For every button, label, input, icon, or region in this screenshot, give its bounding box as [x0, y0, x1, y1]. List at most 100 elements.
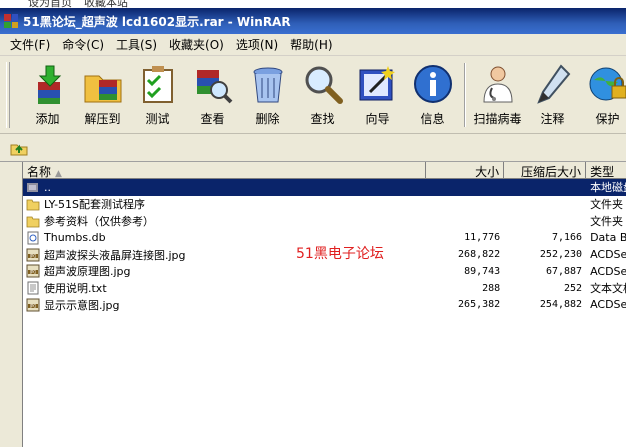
file-name: 显示示意图.jpg: [44, 298, 120, 312]
file-packed-size: 252: [564, 282, 583, 294]
file-row[interactable]: JPG 超声波原理图.jpg 89,743 67,887 ACDSee: [23, 263, 626, 280]
file-packed-size: 252,230: [539, 249, 583, 261]
toolbar-separator: [464, 63, 466, 127]
test-icon: [142, 66, 173, 103]
file-type: Data Base: [590, 231, 626, 245]
column-name[interactable]: 名称 ▲: [23, 162, 427, 178]
browser-top-strip: 设为首页 收藏本站: [0, 0, 626, 8]
column-name-label: 名称: [27, 165, 52, 178]
jpg-file-icon: JPG: [26, 264, 44, 278]
protect-icon: [589, 67, 626, 101]
extract-to-label: 解压到: [84, 112, 121, 126]
file-type: 文件夹: [590, 214, 624, 228]
file-name-cell: JPG 超声波原理图.jpg: [23, 263, 426, 279]
virus-scan-label: 扫描病毒: [473, 112, 522, 126]
wizard-icon: [359, 66, 395, 101]
svg-text:JPG: JPG: [29, 253, 37, 258]
file-row[interactable]: 参考资料（仅供参考） 文件夹: [23, 213, 626, 230]
file-type: ACDSee: [590, 298, 626, 312]
file-packed-size: 67,887: [545, 265, 583, 277]
file-size: 288: [482, 282, 501, 294]
extract-to-button[interactable]: 解压到: [75, 56, 130, 134]
folder-icon: [26, 197, 44, 211]
protect-button[interactable]: 保护: [580, 56, 626, 134]
column-size[interactable]: 大小: [426, 162, 505, 178]
file-name-cell: ..: [23, 180, 426, 194]
file-size: 89,743: [464, 265, 501, 277]
menu-file[interactable]: 文件(F): [4, 36, 56, 53]
column-packed[interactable]: 压缩后大小: [504, 162, 587, 178]
find-icon: [305, 66, 343, 104]
virus-scan-icon: [482, 66, 513, 103]
test-label: 测试: [145, 112, 170, 126]
left-strip: [0, 162, 22, 447]
file-name: 超声波原理图.jpg: [44, 265, 131, 279]
jpg-file-icon: JPG: [26, 248, 44, 262]
delete-button[interactable]: 删除: [240, 56, 295, 134]
set-homepage-link[interactable]: 设为首页: [28, 0, 72, 8]
extract-to-icon: [84, 75, 121, 103]
comment-label: 注释: [540, 112, 565, 126]
virus-scan-button[interactable]: 扫描病毒: [470, 56, 525, 134]
title-bar[interactable]: 51黑论坛_超声波 lcd1602显示.rar - WinRAR: [0, 8, 626, 34]
test-button[interactable]: 测试: [130, 56, 185, 134]
file-row[interactable]: 使用说明.txt 288 252 文本文档: [23, 280, 626, 297]
file-name-cell: LY-51S配套测试程序: [23, 196, 426, 212]
add-button[interactable]: 添加: [20, 56, 75, 134]
sort-ascending-icon: ▲: [55, 169, 62, 178]
winrar-logo-icon: [4, 14, 18, 28]
toolbar: 添加 解压到 测试 查看 删除 查找 向导 信息 扫描病毒 注释 保护: [0, 56, 626, 134]
protect-label: 保护: [595, 112, 620, 126]
txt-file-icon: [26, 281, 44, 295]
file-name-cell: JPG 显示示意图.jpg: [23, 297, 426, 313]
file-name: ..: [44, 180, 51, 194]
file-name: LY-51S配套测试程序: [44, 198, 146, 212]
wizard-button[interactable]: 向导: [350, 56, 405, 134]
menu-favorites[interactable]: 收藏夹(O): [163, 36, 230, 53]
view-label: 查看: [200, 112, 225, 126]
file-name: Thumbs.db: [44, 231, 106, 245]
bookmark-site-link[interactable]: 收藏本站: [84, 0, 128, 8]
file-type: ACDSee: [590, 248, 626, 262]
svg-text:JPG: JPG: [29, 270, 37, 275]
column-type[interactable]: 类型: [586, 162, 626, 178]
comment-button[interactable]: 注释: [525, 56, 580, 134]
file-packed-size: 7,166: [551, 232, 583, 244]
toolbar-grip[interactable]: [6, 62, 10, 128]
info-button[interactable]: 信息: [405, 56, 460, 134]
info-label: 信息: [420, 112, 445, 126]
file-row[interactable]: LY-51S配套测试程序 文件夹: [23, 196, 626, 213]
menu-options[interactable]: 选项(N): [230, 36, 284, 53]
file-size: 268,822: [458, 249, 501, 261]
info-icon: [413, 65, 452, 103]
file-list[interactable]: 名称▲ 大小 压缩后大小 类型 ..本地磁盘LY-51S配套测试程序文件夹参考资…: [22, 162, 626, 447]
file-size: 265,382: [458, 299, 501, 311]
up-folder-button[interactable]: [8, 138, 30, 158]
file-name-cell: 参考资料（仅供参考）: [23, 213, 426, 229]
delete-icon: [253, 67, 282, 103]
menu-tools[interactable]: 工具(S): [110, 36, 163, 53]
file-type: 本地磁盘: [590, 181, 626, 195]
menu-bar: 文件(F) 命令(C) 工具(S) 收藏夹(O) 选项(N) 帮助(H): [0, 34, 626, 56]
wizard-label: 向导: [365, 112, 390, 126]
path-bar: [0, 134, 626, 162]
delete-label: 删除: [255, 112, 280, 126]
parent-folder-icon: [26, 180, 44, 194]
find-button[interactable]: 查找: [295, 56, 350, 134]
file-type: ACDSee: [590, 264, 626, 278]
menu-commands[interactable]: 命令(C): [56, 36, 110, 53]
view-button[interactable]: 查看: [185, 56, 240, 134]
view-icon: [196, 70, 232, 104]
column-header: 名称 ▲ 大小 压缩后大小 类型: [23, 162, 626, 179]
file-name: 使用说明.txt: [44, 282, 107, 296]
menu-help[interactable]: 帮助(H): [284, 36, 338, 53]
file-size: 11,776: [464, 232, 501, 244]
file-type: 文件夹: [590, 198, 624, 212]
up-folder-icon: [10, 144, 28, 155]
file-row[interactable]: .. 本地磁盘: [23, 179, 626, 196]
file-row[interactable]: JPG 显示示意图.jpg 265,382 254,882 ACDSee: [23, 297, 626, 314]
folder-icon: [26, 214, 44, 228]
file-name: 超声波探头液晶屏连接图.jpg: [44, 248, 186, 262]
window-title: 51黑论坛_超声波 lcd1602显示.rar - WinRAR: [23, 14, 291, 29]
file-name: 参考资料（仅供参考）: [44, 214, 154, 228]
